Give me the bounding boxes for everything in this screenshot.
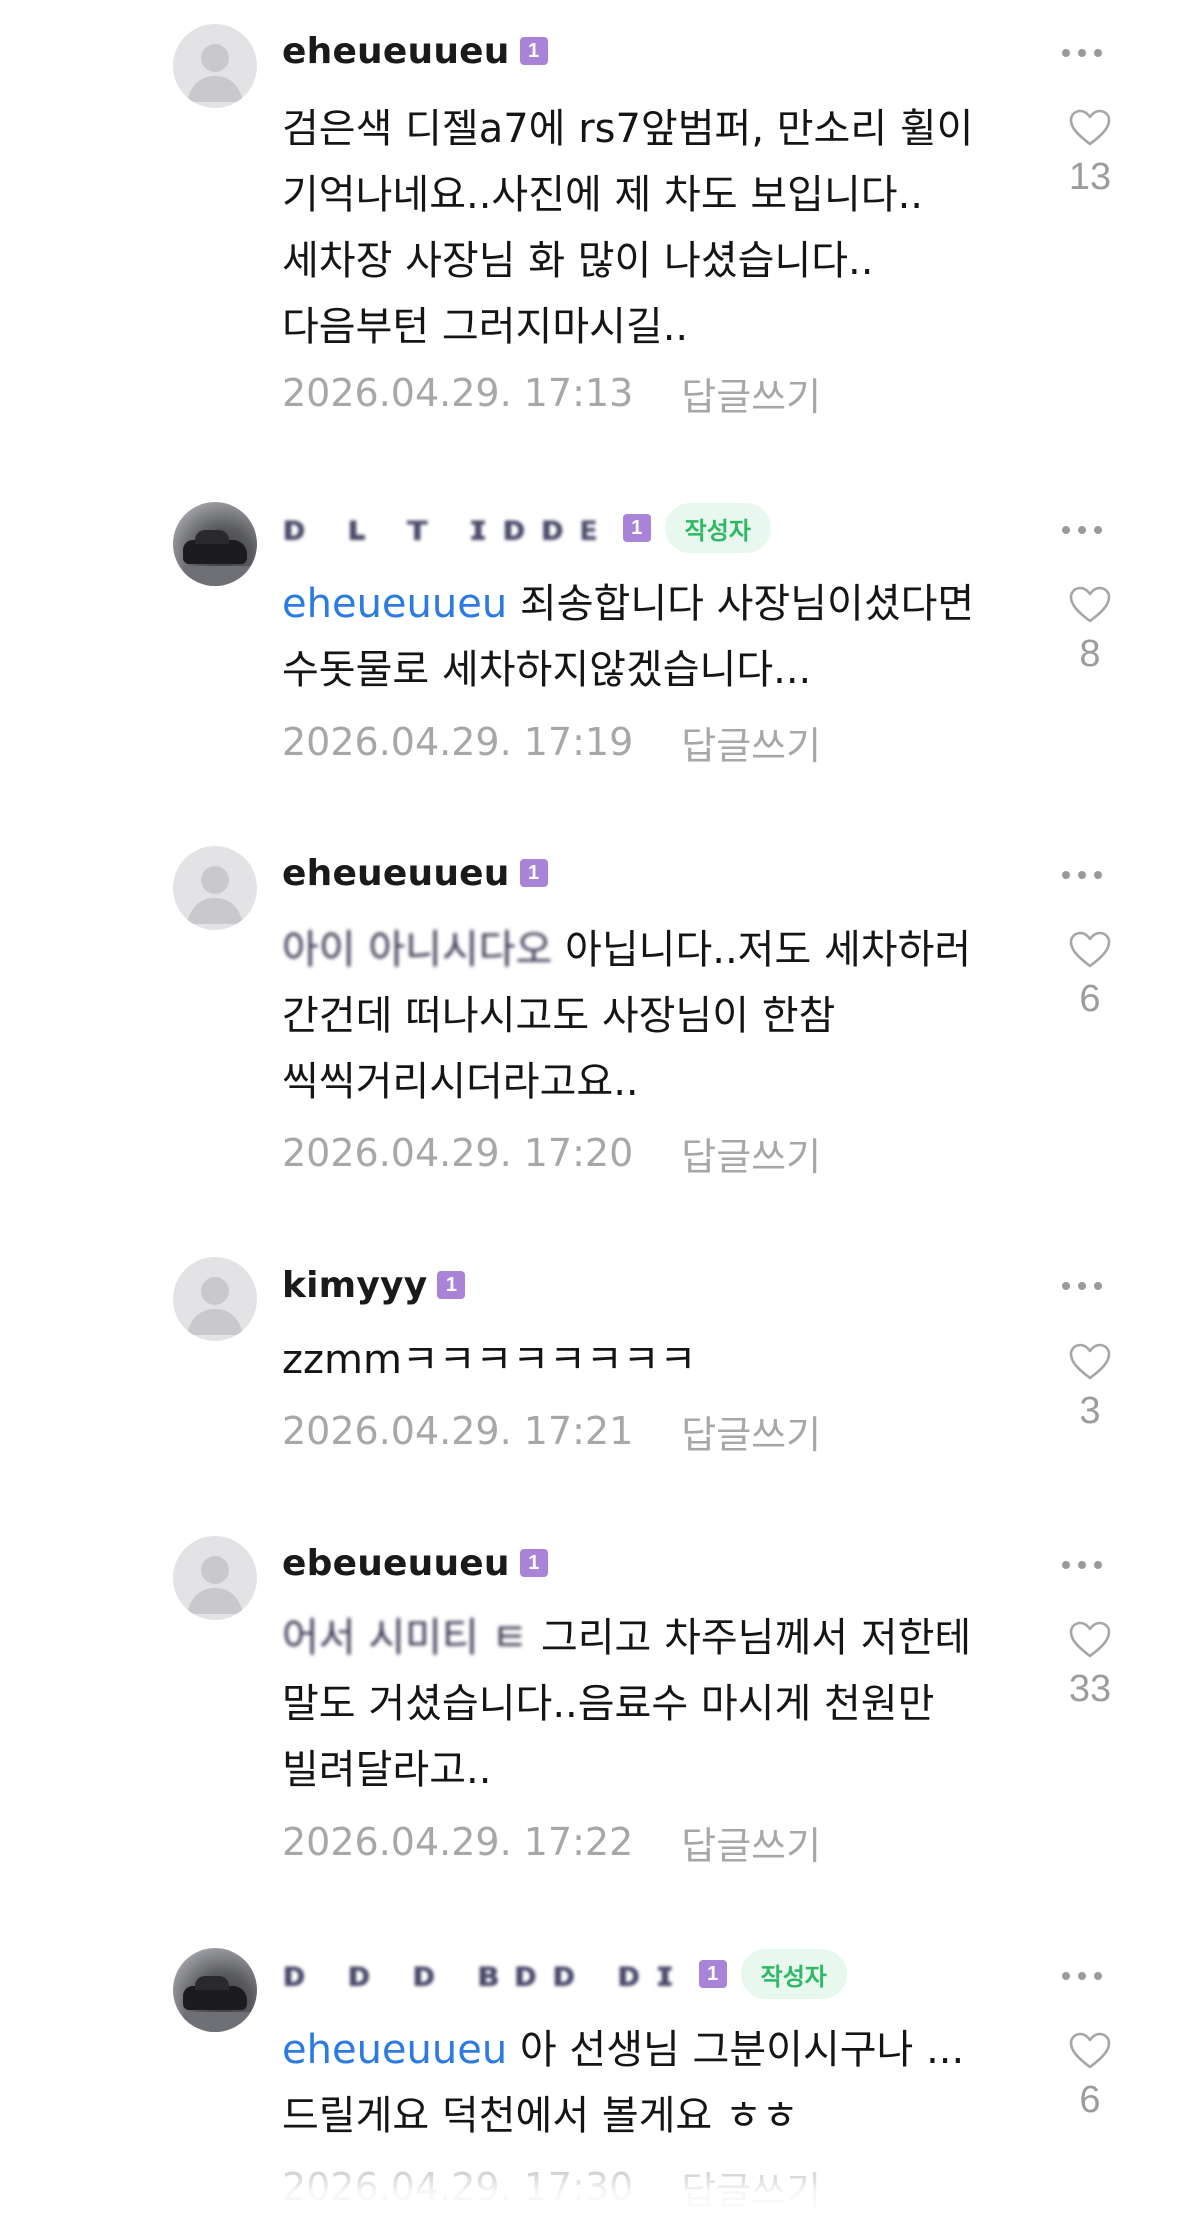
author-badge: 작성자	[664, 503, 771, 553]
like-count: 33	[1068, 1668, 1112, 1710]
like-control: 33	[1050, 1620, 1130, 1711]
more-options-icon[interactable]	[1062, 46, 1102, 60]
more-options-icon[interactable]	[1062, 868, 1102, 882]
like-count: 6	[1079, 2079, 1101, 2121]
avatar[interactable]	[173, 1257, 257, 1341]
like-count: 13	[1068, 156, 1112, 198]
avatar[interactable]	[173, 1948, 257, 2032]
comment-meta: 2026.04.29. 17:22 답글쓰기	[282, 1815, 821, 1870]
username[interactable]: ᴅ ʟ ᴛ ɪᴅᴅᴇ	[282, 508, 613, 549]
username-row: ebeueuueu 1	[282, 1538, 548, 1588]
username-row: eheueuueu 1	[282, 26, 548, 76]
default-avatar-icon	[187, 44, 243, 102]
level-badge: 1	[437, 1271, 466, 1299]
comment-text: eheueuueu 아 선생님 그분이시구나 ... 드릴게요 덕천에서 볼게요…	[282, 2017, 1002, 2149]
reply-button[interactable]: 답글쓰기	[681, 2160, 821, 2215]
default-avatar-icon	[187, 1556, 243, 1614]
like-count: 8	[1079, 633, 1101, 675]
comment-text: eheueuueu 죄송합니다 사장님이셨다면 수돗물로 세차하지않겠습니다..…	[282, 571, 1002, 703]
heart-icon[interactable]	[1050, 108, 1130, 148]
comment-text: 검은색 디젤a7에 rs7앞범퍼, 만소리 휠이 기억나네요..사진에 제 차도…	[282, 96, 1002, 360]
blurred-text: 아이 아니시다오	[282, 927, 553, 973]
comment-text: 어서 시미티 ㅌ 그리고 차주님께서 저한테 말도 거셨습니다..음료수 마시게…	[282, 1605, 1002, 1803]
username[interactable]: ᴅ ᴅ ᴅ ʙᴅᴅ ᴅɪ	[282, 1954, 689, 1995]
like-count: 3	[1079, 1390, 1101, 1432]
comment-meta: 2026.04.29. 17:30 답글쓰기	[282, 2160, 821, 2215]
heart-icon[interactable]	[1050, 1620, 1130, 1660]
comment-date: 2026.04.29. 17:21	[282, 1409, 634, 1453]
author-badge: 작성자	[740, 1949, 847, 1999]
username[interactable]: ebeueuueu	[282, 1543, 510, 1584]
level-badge: 1	[519, 859, 548, 887]
mention-link[interactable]: eheueuueu	[282, 581, 507, 627]
avatar[interactable]	[173, 502, 257, 586]
comment-meta: 2026.04.29. 17:20 답글쓰기	[282, 1126, 821, 1181]
like-control: 3	[1050, 1342, 1130, 1433]
heart-icon[interactable]	[1050, 2031, 1130, 2071]
comment-date: 2026.04.29. 17:22	[282, 1820, 634, 1864]
like-count: 6	[1079, 978, 1101, 1020]
heart-icon[interactable]	[1050, 930, 1130, 970]
like-control: 6	[1050, 2031, 1130, 2122]
reply-button[interactable]: 답글쓰기	[681, 715, 821, 770]
username-row: eheueuueu 1	[282, 848, 548, 898]
comment-date: 2026.04.29. 17:13	[282, 371, 634, 415]
level-badge: 1	[519, 37, 548, 65]
comment-meta: 2026.04.29. 17:19 답글쓰기	[282, 715, 821, 770]
comment-meta: 2026.04.29. 17:21 답글쓰기	[282, 1404, 821, 1459]
more-options-icon[interactable]	[1062, 1969, 1102, 1983]
avatar[interactable]	[173, 846, 257, 930]
reply-button[interactable]: 답글쓰기	[681, 1126, 821, 1181]
default-avatar-icon	[187, 1277, 243, 1335]
comment-date: 2026.04.29. 17:30	[282, 2165, 634, 2209]
reply-button[interactable]: 답글쓰기	[681, 1815, 821, 1870]
more-options-icon[interactable]	[1062, 1279, 1102, 1293]
comment-meta: 2026.04.29. 17:13 답글쓰기	[282, 366, 821, 421]
like-control: 8	[1050, 585, 1130, 676]
comment-text: zzmmㅋㅋㅋㅋㅋㅋㅋㅋ	[282, 1327, 1002, 1393]
blurred-text: 어서 시미티 ㅌ	[282, 1615, 529, 1661]
more-options-icon[interactable]	[1062, 1558, 1102, 1572]
username-row: ᴅ ᴅ ᴅ ʙᴅᴅ ᴅɪ 1 작성자	[282, 1949, 847, 1999]
level-badge: 1	[519, 1549, 548, 1577]
comment-body: zzmmㅋㅋㅋㅋㅋㅋㅋㅋ	[282, 1337, 697, 1383]
level-badge: 1	[698, 1960, 727, 1988]
more-options-icon[interactable]	[1062, 523, 1102, 537]
avatar[interactable]	[173, 1536, 257, 1620]
like-control: 6	[1050, 930, 1130, 1021]
username-row: ᴅ ʟ ᴛ ɪᴅᴅᴇ 1 작성자	[282, 503, 771, 553]
comment-date: 2026.04.29. 17:20	[282, 1131, 634, 1175]
avatar[interactable]	[173, 24, 257, 108]
mention-link[interactable]: eheueuueu	[282, 2027, 507, 2073]
heart-icon[interactable]	[1050, 1342, 1130, 1382]
username-row: kimyyy 1	[282, 1260, 466, 1310]
username[interactable]: eheueuueu	[282, 853, 510, 894]
username[interactable]: kimyyy	[282, 1265, 427, 1306]
level-badge: 1	[622, 514, 651, 542]
reply-button[interactable]: 답글쓰기	[681, 1404, 821, 1459]
heart-icon[interactable]	[1050, 585, 1130, 625]
reply-button[interactable]: 답글쓰기	[681, 366, 821, 421]
comment-text: 아이 아니시다오 아닙니다..저도 세차하러 간건데 떠나시고도 사장님이 한참…	[282, 917, 1002, 1115]
username[interactable]: eheueuueu	[282, 31, 510, 72]
like-control: 13	[1050, 108, 1130, 199]
comment-body: 검은색 디젤a7에 rs7앞범퍼, 만소리 휠이 기억나네요..사진에 제 차도…	[282, 106, 974, 350]
comment-date: 2026.04.29. 17:19	[282, 720, 634, 764]
default-avatar-icon	[187, 866, 243, 924]
